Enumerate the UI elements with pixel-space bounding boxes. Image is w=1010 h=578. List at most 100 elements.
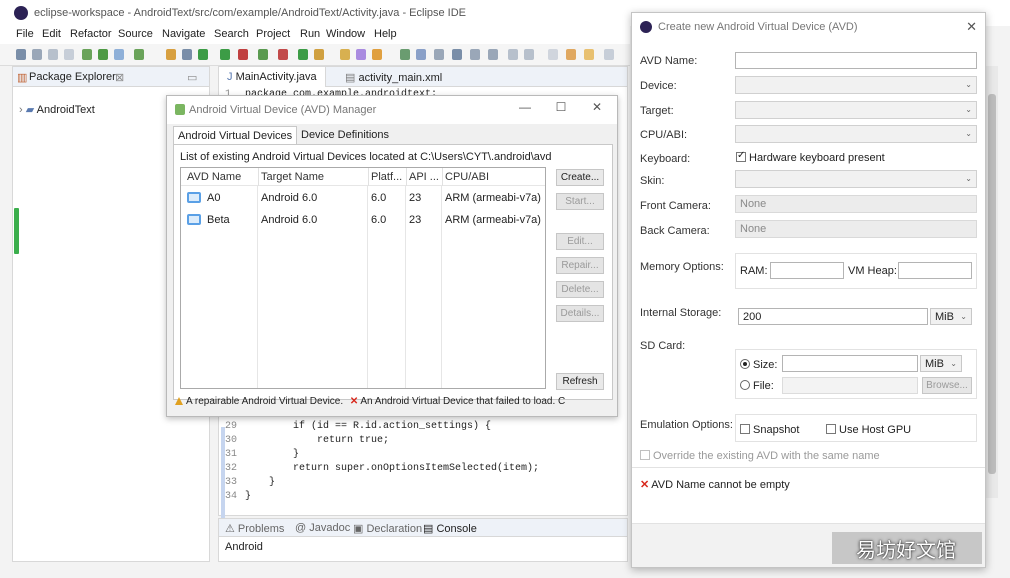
debug-icon[interactable] [198, 49, 208, 60]
snapshot-checkbox[interactable]: Snapshot [740, 424, 799, 436]
col-cpu-abi[interactable]: CPU/ABI [445, 168, 543, 186]
skin-select[interactable]: ⌄ [735, 170, 977, 188]
table-row[interactable]: Beta Android 6.0 6.0 23 ARM (armeabi-v7a… [181, 210, 545, 232]
eclipse-scrollbar[interactable] [986, 66, 998, 498]
device-select[interactable]: ⌄ [735, 76, 977, 94]
row-api: 23 [409, 214, 422, 226]
menu-refactor[interactable]: Refactor [70, 28, 112, 40]
repair-avd-button[interactable]: Repair... [556, 257, 604, 274]
avd-manager-title: Android Virtual Device (AVD) Manager [189, 104, 377, 116]
start-avd-button[interactable]: Start... [556, 193, 604, 210]
menu-project[interactable]: Project [256, 28, 290, 40]
new-android-project-icon[interactable] [134, 49, 144, 60]
history-icon[interactable] [566, 49, 576, 60]
refresh-button[interactable]: Refresh [556, 373, 604, 390]
tab-declaration[interactable]: ▣ Declaration [353, 522, 422, 535]
forward-icon[interactable] [488, 49, 498, 60]
close-icon[interactable]: ✕ [966, 19, 977, 35]
avd-table[interactable]: AVD Name Target Name Platf... API ... CP… [180, 167, 546, 389]
sd-size-radio[interactable]: Size: [740, 359, 777, 371]
next-annotation-icon[interactable] [416, 49, 426, 60]
front-camera-select[interactable]: None [735, 195, 977, 213]
hardware-keyboard-checkbox[interactable]: Hardware keyboard present [736, 150, 885, 164]
xml-icon[interactable] [166, 49, 176, 60]
cpu-abi-select[interactable]: ⌄ [735, 125, 977, 143]
new-package-icon[interactable] [314, 49, 324, 60]
menu-help[interactable]: Help [374, 28, 397, 40]
menu-source[interactable]: Source [118, 28, 153, 40]
menu-window[interactable]: Window [326, 28, 365, 40]
maximize-icon[interactable]: ☐ [551, 100, 571, 118]
close-view-icon[interactable]: ⊠ [115, 71, 124, 84]
view-menu-icon[interactable]: ▭ [187, 71, 197, 84]
perspective-icon[interactable] [524, 49, 534, 60]
menu-file[interactable]: File [16, 28, 34, 40]
refresh-icon[interactable] [548, 49, 558, 60]
last-edit-icon[interactable] [452, 49, 462, 60]
create-avd-button[interactable]: Create... [556, 169, 604, 186]
save-icon[interactable] [32, 49, 42, 60]
col-target-name[interactable]: Target Name [261, 168, 369, 186]
ram-input[interactable] [770, 262, 844, 279]
minimize-icon[interactable]: — [515, 100, 535, 118]
annotation-icon[interactable] [400, 49, 410, 60]
target-select[interactable]: ⌄ [735, 101, 977, 119]
tab-android-virtual-devices[interactable]: Android Virtual Devices [173, 126, 298, 144]
debug-perspective-icon[interactable] [604, 49, 614, 60]
override-checkbox[interactable]: Override the existing AVD with the same … [640, 450, 880, 462]
avd-name-input[interactable] [735, 52, 977, 69]
open-task-icon[interactable] [356, 49, 366, 60]
android-sdk-icon[interactable] [82, 49, 92, 60]
col-platform[interactable]: Platf... [371, 168, 407, 186]
project-tree-item[interactable]: › ▰ AndroidText [19, 103, 95, 116]
table-row[interactable]: A0 Android 6.0 6.0 23 ARM (armeabi-v7a) [181, 188, 545, 210]
sd-file-radio[interactable]: File: [740, 380, 774, 392]
skip-breakpoints-icon[interactable] [182, 49, 192, 60]
new-java-project-icon[interactable] [298, 49, 308, 60]
save-all-icon[interactable] [48, 49, 58, 60]
menu-search[interactable]: Search [214, 28, 249, 40]
avd-manager-icon[interactable] [98, 49, 108, 60]
print-icon[interactable] [64, 49, 74, 60]
tab-device-definitions[interactable]: Device Definitions [297, 126, 393, 144]
col-api[interactable]: API ... [409, 168, 443, 186]
coverage-icon[interactable] [258, 49, 268, 60]
menu-navigate[interactable]: Navigate [162, 28, 205, 40]
menu-edit[interactable]: Edit [42, 28, 61, 40]
menu-run[interactable]: Run [300, 28, 320, 40]
editor-tab-main-activity[interactable]: J MainActivity.java [219, 67, 326, 87]
tab-console[interactable]: ▤ Console [423, 522, 477, 535]
search-icon[interactable] [372, 49, 382, 60]
col-avd-name[interactable]: AVD Name [187, 168, 259, 186]
lint-icon[interactable] [114, 49, 124, 60]
details-avd-button[interactable]: Details... [556, 305, 604, 322]
close-icon[interactable]: ✕ [587, 100, 607, 118]
delete-avd-button[interactable]: Delete... [556, 281, 604, 298]
browse-button[interactable]: Browse... [922, 377, 972, 394]
new-icon[interactable] [16, 49, 26, 60]
open-type-icon[interactable] [340, 49, 350, 60]
scrollbar-thumb[interactable] [988, 94, 996, 474]
package-explorer-tab[interactable]: ▥ Package Explorer ⊠ ▭ [13, 67, 209, 87]
edit-avd-button[interactable]: Edit... [556, 233, 604, 250]
expand-arrow-icon[interactable]: › [19, 104, 23, 116]
pin-icon[interactable] [508, 49, 518, 60]
create-avd-dialog: Create new Android Virtual Device (AVD) … [631, 12, 986, 568]
tab-problems[interactable]: ⚠ Problems [225, 522, 284, 535]
external-tools-icon[interactable] [238, 49, 248, 60]
vm-heap-input[interactable] [898, 262, 972, 279]
editor-tab-activity-main-xml[interactable]: ▤ activity_main.xml [337, 67, 450, 87]
java-perspective-icon[interactable] [584, 49, 594, 60]
tab-javadoc[interactable]: @ Javadoc [295, 522, 350, 534]
sd-size-input[interactable] [782, 355, 918, 372]
back-icon[interactable] [470, 49, 480, 60]
sd-file-input[interactable] [782, 377, 918, 394]
prev-annotation-icon[interactable] [434, 49, 444, 60]
sd-size-unit-select[interactable]: MiB ⌄ [920, 355, 962, 372]
use-host-gpu-checkbox[interactable]: Use Host GPU [826, 424, 911, 436]
stop-icon[interactable] [278, 49, 288, 60]
internal-storage-input[interactable]: 200 [738, 308, 928, 325]
back-camera-select[interactable]: None [735, 220, 977, 238]
run-icon[interactable] [220, 49, 230, 60]
internal-storage-unit-select[interactable]: MiB ⌄ [930, 308, 972, 325]
